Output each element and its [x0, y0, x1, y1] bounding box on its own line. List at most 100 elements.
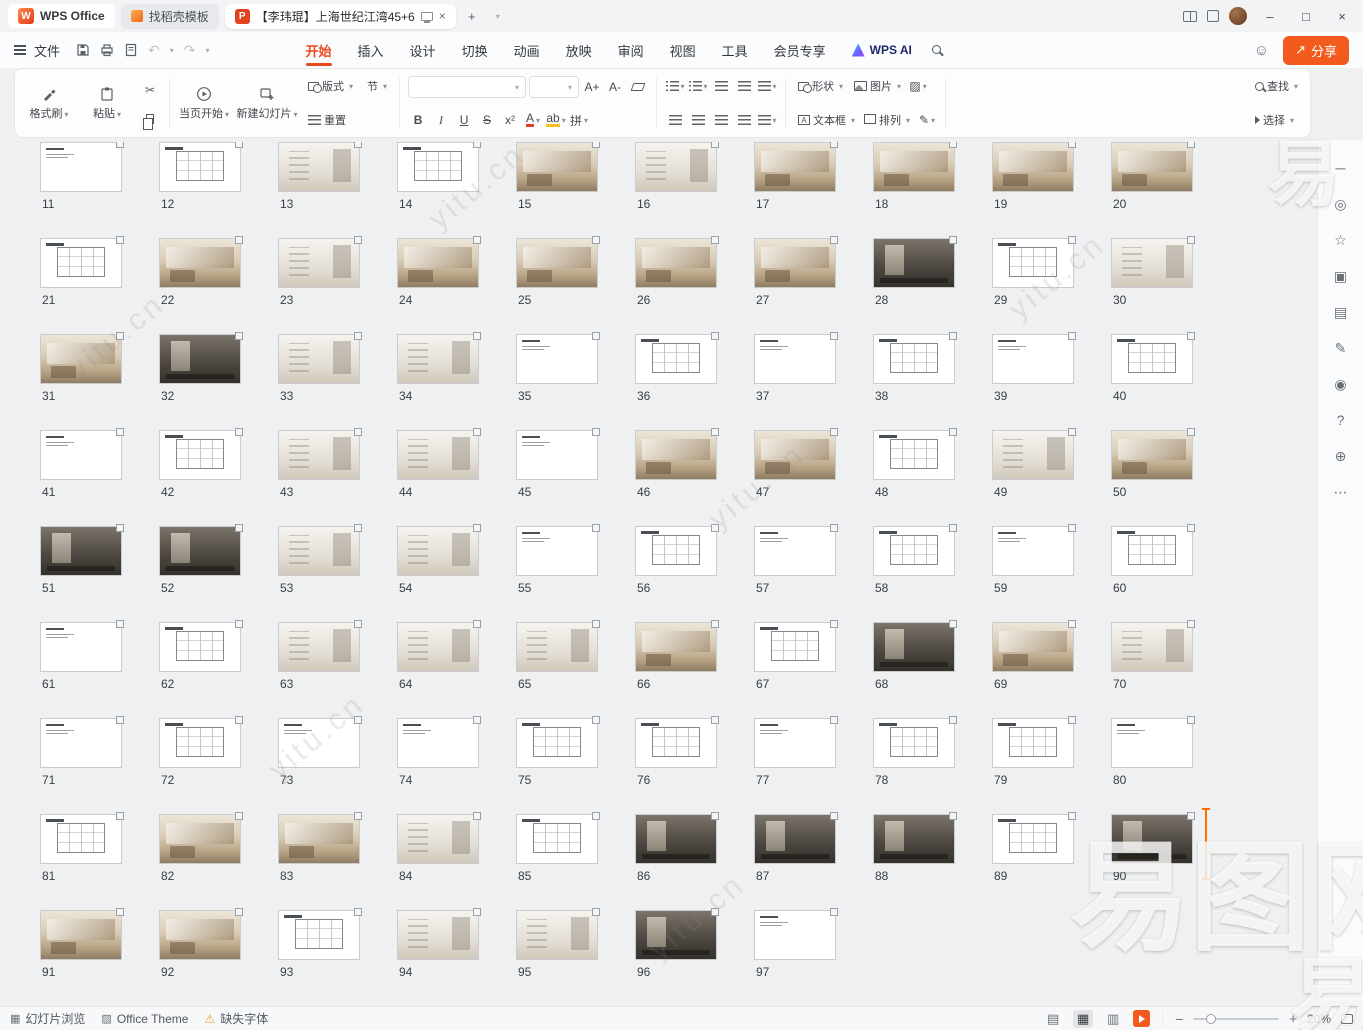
highlight-button[interactable]: ab — [546, 110, 566, 130]
slide-thumbnail[interactable] — [1111, 526, 1193, 576]
slide-thumbnail[interactable] — [754, 142, 836, 192]
ribbon-tab-工具[interactable]: 工具 — [722, 32, 748, 68]
slide-cell-74[interactable]: 74 — [397, 718, 516, 814]
normal-view-button[interactable]: ▤ — [1043, 1010, 1063, 1028]
slide-cell-33[interactable]: 33 — [278, 334, 397, 430]
slide-cell-83[interactable]: 83 — [278, 814, 397, 910]
italic-button[interactable]: I — [431, 110, 451, 130]
slide-thumbnail[interactable] — [873, 718, 955, 768]
slide-cell-35[interactable]: 35 — [516, 334, 635, 430]
paste-button[interactable]: 粘贴 — [81, 74, 133, 132]
slide-cell-21[interactable]: 21 — [40, 238, 159, 334]
slide-thumbnail[interactable] — [873, 526, 955, 576]
repair-tools-icon[interactable]: ✎ — [1327, 334, 1355, 362]
theme-indicator[interactable]: ▨ Office Theme — [101, 1012, 188, 1026]
bold-button[interactable]: B — [408, 110, 428, 130]
contact-icon[interactable]: ⊕ — [1327, 442, 1355, 470]
slide-cell-22[interactable]: 22 — [159, 238, 278, 334]
slide-thumbnail[interactable] — [1111, 238, 1193, 288]
close-window-button[interactable]: × — [1329, 5, 1355, 27]
slide-thumbnail[interactable] — [159, 814, 241, 864]
slide-thumbnail[interactable] — [635, 814, 717, 864]
zoom-slider[interactable] — [1193, 1018, 1279, 1020]
slide-cell-53[interactable]: 53 — [278, 526, 397, 622]
slide-cell-11[interactable]: 11 — [40, 142, 159, 238]
format-painter-button[interactable]: 格式刷 — [23, 74, 75, 132]
feedback-icon[interactable]: ☺ — [1254, 42, 1269, 59]
font-size-select[interactable]: ▾ — [529, 76, 579, 98]
slide-cell-16[interactable]: 16 — [635, 142, 754, 238]
ai-assistant-icon[interactable]: ◎ — [1327, 190, 1355, 218]
undo-icon[interactable]: ↶ — [148, 42, 160, 59]
slide-cell-78[interactable]: 78 — [873, 718, 992, 814]
slide-thumbnail[interactable] — [754, 814, 836, 864]
copy-icon[interactable] — [146, 114, 154, 124]
strikethrough-button[interactable]: S — [477, 110, 497, 130]
slide-cell-20[interactable]: 20 — [1111, 142, 1230, 238]
slide-cell-55[interactable]: 55 — [516, 526, 635, 622]
slide-thumbnail[interactable] — [397, 814, 479, 864]
slide-thumbnail[interactable] — [635, 718, 717, 768]
slide-cell-51[interactable]: 51 — [40, 526, 159, 622]
slide-thumbnail[interactable] — [397, 718, 479, 768]
slide-thumbnail[interactable] — [992, 334, 1074, 384]
slide-cell-26[interactable]: 26 — [635, 238, 754, 334]
fit-to-window-icon[interactable] — [1341, 1014, 1353, 1024]
text-direction-button[interactable] — [757, 110, 777, 130]
slide-cell-72[interactable]: 72 — [159, 718, 278, 814]
workspace-icon[interactable] — [1207, 10, 1219, 22]
bullet-list-button[interactable] — [665, 76, 685, 96]
ribbon-tab-开始[interactable]: 开始 — [306, 32, 332, 68]
slide-thumbnail[interactable] — [40, 238, 122, 288]
slide-cell-34[interactable]: 34 — [397, 334, 516, 430]
format-settings-icon[interactable]: ▣ — [1327, 262, 1355, 290]
ribbon-tab-设计[interactable]: 设计 — [410, 32, 436, 68]
align-center-button[interactable] — [688, 110, 708, 130]
slide-cell-45[interactable]: 45 — [516, 430, 635, 526]
slide-thumbnail[interactable] — [159, 910, 241, 960]
phonetic-button[interactable]: 拼 — [569, 110, 589, 130]
new-slide-button[interactable]: 新建幻灯片 — [236, 74, 298, 132]
slide-thumbnail[interactable] — [873, 814, 955, 864]
redo-icon[interactable]: ↷ — [184, 42, 196, 59]
slide-cell-89[interactable]: 89 — [992, 814, 1111, 910]
slide-cell-90[interactable]: 90 — [1111, 814, 1230, 910]
file-menu[interactable]: 文件 — [14, 41, 60, 60]
slide-cell-77[interactable]: 77 — [754, 718, 873, 814]
font-color-button[interactable]: A — [523, 110, 543, 130]
slide-thumbnail[interactable] — [516, 718, 598, 768]
slide-cell-48[interactable]: 48 — [873, 430, 992, 526]
zoom-out-button[interactable]: − — [1175, 1011, 1183, 1027]
slide-cell-12[interactable]: 12 — [159, 142, 278, 238]
slide-cell-52[interactable]: 52 — [159, 526, 278, 622]
tab-list-chevron-icon[interactable]: ▾ — [488, 6, 508, 26]
slide-cell-61[interactable]: 61 — [40, 622, 159, 718]
slide-cell-86[interactable]: 86 — [635, 814, 754, 910]
reading-view-button[interactable]: ▥ — [1103, 1010, 1123, 1028]
slide-thumbnail[interactable] — [278, 142, 360, 192]
print-icon[interactable] — [100, 43, 114, 57]
slide-cell-75[interactable]: 75 — [516, 718, 635, 814]
minimize-button[interactable]: – — [1257, 5, 1283, 27]
slide-thumbnail[interactable] — [159, 718, 241, 768]
slide-thumbnail[interactable] — [278, 622, 360, 672]
slide-thumbnail[interactable] — [754, 334, 836, 384]
save-icon[interactable] — [76, 43, 90, 57]
slide-thumbnail[interactable] — [635, 526, 717, 576]
slide-cell-71[interactable]: 71 — [40, 718, 159, 814]
slide-cell-70[interactable]: 70 — [1111, 622, 1230, 718]
slide-cell-67[interactable]: 67 — [754, 622, 873, 718]
ribbon-tab-放映[interactable]: 放映 — [566, 32, 592, 68]
slide-thumbnail[interactable] — [278, 910, 360, 960]
slide-thumbnail[interactable] — [992, 718, 1074, 768]
slide-cell-73[interactable]: 73 — [278, 718, 397, 814]
slide-cell-25[interactable]: 25 — [516, 238, 635, 334]
slide-cell-80[interactable]: 80 — [1111, 718, 1230, 814]
underline-button[interactable]: U — [454, 110, 474, 130]
section-button[interactable]: 节 — [363, 76, 391, 96]
template-store-tab[interactable]: 找稻壳模板 — [121, 4, 219, 29]
slide-thumbnail[interactable] — [873, 238, 955, 288]
slide-thumbnail[interactable] — [397, 526, 479, 576]
slide-thumbnail[interactable] — [278, 238, 360, 288]
slide-cell-97[interactable]: 97 — [754, 910, 873, 1006]
